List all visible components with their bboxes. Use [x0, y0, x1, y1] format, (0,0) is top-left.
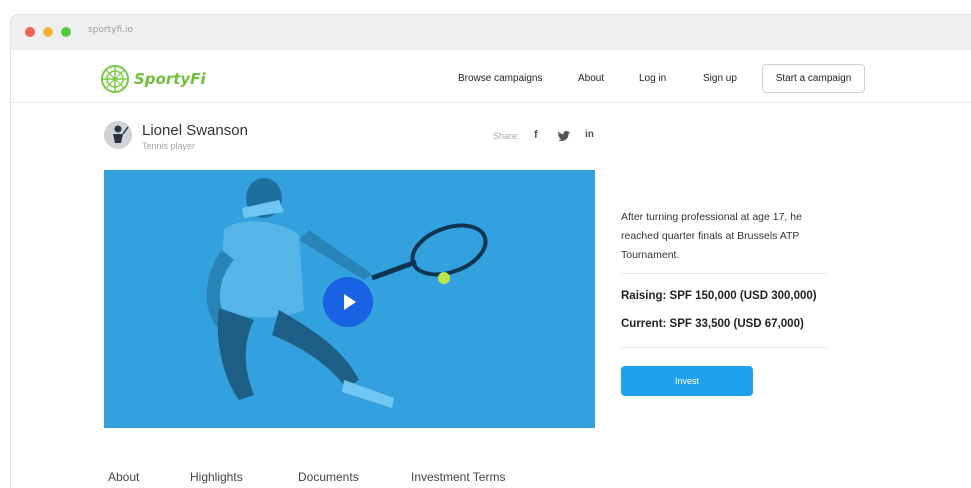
current-amount: Current: SPF 33,500 (USD 67,000)	[621, 318, 804, 330]
nav-log-in[interactable]: Log in	[639, 73, 666, 84]
player-role: Tennis player	[142, 141, 196, 151]
maximize-window-icon[interactable]	[61, 27, 71, 37]
sportyfi-logo-icon[interactable]	[100, 64, 130, 94]
player-avatar-icon	[104, 121, 132, 149]
share-label: Share:	[493, 131, 520, 141]
campaign-description: After turning professional at age 17, he…	[621, 211, 802, 261]
player-name: Lionel Swanson	[142, 122, 248, 139]
divider	[621, 273, 826, 274]
tab-documents[interactable]: Documents	[298, 470, 359, 484]
start-campaign-button[interactable]: Start a campaign	[762, 64, 865, 93]
raising-amount: Raising: SPF 150,000 (USD 300,000)	[621, 290, 817, 302]
nav-sign-up[interactable]: Sign up	[703, 73, 737, 84]
minimize-window-icon[interactable]	[43, 27, 53, 37]
nav-divider	[11, 102, 971, 103]
brand-name[interactable]: SportyFi	[134, 70, 206, 88]
tab-about[interactable]: About	[108, 470, 139, 484]
invest-button[interactable]: Invest	[621, 366, 753, 396]
nav-about[interactable]: About	[578, 73, 604, 84]
tab-highlights[interactable]: Highlights	[190, 470, 243, 484]
avatar	[104, 121, 132, 149]
linkedin-icon[interactable]: in	[585, 129, 594, 140]
play-icon	[344, 294, 356, 310]
nav-browse-campaigns[interactable]: Browse campaigns	[458, 73, 542, 84]
divider	[621, 347, 826, 348]
tab-investment-terms[interactable]: Investment Terms	[411, 470, 505, 484]
close-window-icon[interactable]	[25, 27, 35, 37]
play-button[interactable]	[323, 277, 373, 327]
facebook-icon[interactable]: f	[534, 129, 538, 141]
browser-top	[0, 0, 971, 14]
twitter-icon[interactable]	[558, 131, 570, 141]
address-bar[interactable]: sportyfi.io	[72, 20, 967, 40]
